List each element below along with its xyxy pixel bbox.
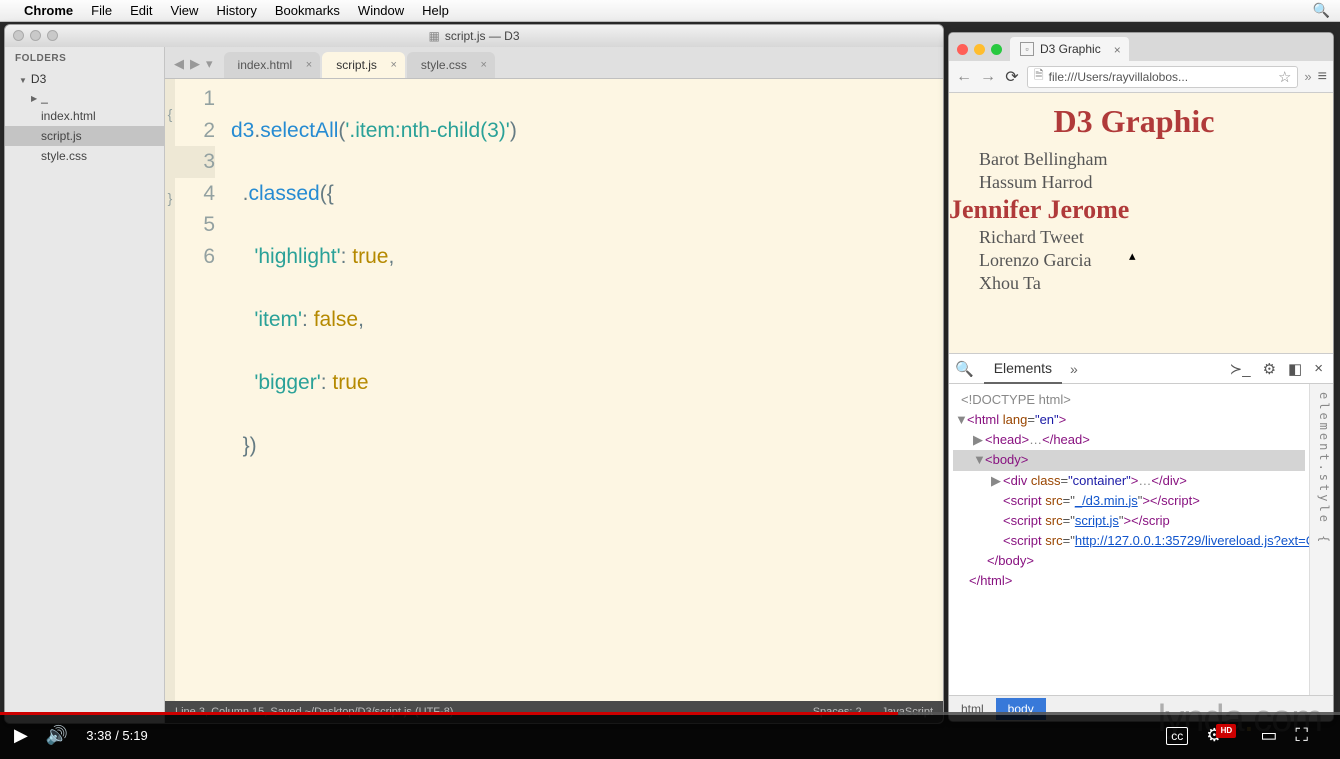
devtools-dom-tree[interactable]: <!DOCTYPE html> ▼<html lang="en"> ▶<head… xyxy=(949,384,1309,695)
cc-icon[interactable]: cc xyxy=(1166,727,1188,745)
editor-sidebar: FOLDERS D3 _ index.html script.js style.… xyxy=(5,47,165,723)
fullscreen-icon[interactable]: ⛶ xyxy=(1295,725,1308,746)
extensions-chevron-icon[interactable]: » xyxy=(1304,69,1311,84)
menu-bookmarks[interactable]: Bookmarks xyxy=(275,3,340,18)
editor-main: ◀▶▾ index.html× script.js× style.css× {}… xyxy=(165,47,943,723)
video-controls: ▶ 🔊 3:38 / 5:19 cc ⚙HD ▭ ⛶ xyxy=(0,712,1340,759)
settings-icon[interactable]: ⚙HD xyxy=(1206,725,1242,746)
menu-icon[interactable]: ≡ xyxy=(1318,68,1327,86)
dock-icon[interactable]: ◧ xyxy=(1288,360,1302,378)
browser-tabstrip: ▫ D3 Graphic × xyxy=(949,33,1333,61)
video-time: 3:38 / 5:19 xyxy=(86,728,147,743)
page-heading: D3 Graphic xyxy=(949,103,1319,140)
list-item: Richard Tweet xyxy=(949,226,1319,249)
volume-icon[interactable]: 🔊 xyxy=(46,725,68,746)
editor-window: ▦ script.js — D3 FOLDERS D3 _ index.html… xyxy=(4,24,944,724)
forward-icon[interactable]: → xyxy=(979,68,997,86)
workspace: ▦ script.js — D3 FOLDERS D3 _ index.html… xyxy=(0,22,1340,759)
close-icon[interactable]: × xyxy=(1114,43,1121,57)
play-icon[interactable]: ▶ xyxy=(14,725,28,746)
browser-tab-title: D3 Graphic xyxy=(1040,42,1101,56)
editor-titlebar: ▦ script.js — D3 xyxy=(5,25,943,47)
sidebar-file-style[interactable]: style.css xyxy=(5,146,164,166)
menu-edit[interactable]: Edit xyxy=(130,3,152,18)
sidebar-file-index[interactable]: index.html xyxy=(5,106,164,126)
editor-tabs: ◀▶▾ index.html× script.js× style.css× xyxy=(165,47,943,79)
url-bar[interactable]: 🗎 file:///Users/rayvillalobos... ☆ xyxy=(1027,66,1298,88)
sidebar-folder-sub[interactable]: _ xyxy=(5,88,164,106)
bookmark-icon[interactable]: ☆ xyxy=(1278,68,1291,86)
spotlight-icon[interactable]: 🔍 xyxy=(1313,2,1330,19)
back-icon[interactable]: ← xyxy=(955,68,973,86)
console-toggle-icon[interactable]: ≻_ xyxy=(1230,360,1251,378)
macos-menubar: Chrome File Edit View History Bookmarks … xyxy=(0,0,1340,22)
editor-title: script.js — D3 xyxy=(445,29,520,43)
browser-window-controls[interactable] xyxy=(957,44,1002,55)
list-item: Xhou Ta xyxy=(949,272,1319,295)
close-icon[interactable]: × xyxy=(480,59,486,71)
devtools-tab-elements[interactable]: Elements xyxy=(984,354,1062,384)
menu-file[interactable]: File xyxy=(91,3,112,18)
close-icon[interactable]: × xyxy=(306,59,312,71)
reload-icon[interactable]: ⟳ xyxy=(1003,67,1021,87)
sidebar-header: FOLDERS xyxy=(5,47,164,70)
window-controls[interactable] xyxy=(13,30,58,41)
chevron-right-icon[interactable]: » xyxy=(1070,361,1078,377)
menu-view[interactable]: View xyxy=(170,3,198,18)
browser-window: ▫ D3 Graphic × ← → ⟳ 🗎 file:///Users/ray… xyxy=(948,32,1334,722)
menu-history[interactable]: History xyxy=(216,3,256,18)
menu-window[interactable]: Window xyxy=(358,3,404,18)
file-icon: 🗎 xyxy=(1034,66,1044,87)
tab-index[interactable]: index.html× xyxy=(224,52,321,78)
menu-app[interactable]: Chrome xyxy=(24,3,73,18)
search-icon[interactable]: 🔍 xyxy=(955,360,974,378)
list-item-highlighted: Jennifer Jerome xyxy=(949,194,1319,226)
url-text: file:///Users/rayvillalobos... xyxy=(1049,70,1188,84)
tab-script[interactable]: script.js× xyxy=(322,52,405,78)
video-progress-bar[interactable] xyxy=(0,712,1340,715)
mouse-cursor-icon: ▴ xyxy=(1129,248,1136,264)
line-gutter: 1 2 3 4 5 6 xyxy=(175,79,225,701)
menu-help[interactable]: Help xyxy=(422,3,449,18)
close-icon[interactable]: × xyxy=(390,59,396,71)
sidebar-file-script[interactable]: script.js xyxy=(5,126,164,146)
browser-viewport: D3 Graphic Barot Bellingham Hassum Harro… xyxy=(949,93,1333,353)
list-item: Hassum Harrod xyxy=(949,171,1319,194)
devtools-tabs: 🔍 Elements » ≻_ ⚙ ◧ × xyxy=(949,354,1333,384)
list-item: Barot Bellingham xyxy=(949,148,1319,171)
tab-nav-arrows[interactable]: ◀▶▾ xyxy=(171,56,216,78)
gear-icon[interactable]: ⚙ xyxy=(1263,360,1276,378)
editor-title-doc-icon: ▦ xyxy=(428,29,439,43)
code-text[interactable]: d3.selectAll('.item:nth-child(3)') .clas… xyxy=(225,79,943,701)
fold-gutter: {} xyxy=(165,79,175,701)
sidebar-folder-root[interactable]: D3 xyxy=(5,70,164,88)
tab-style[interactable]: style.css× xyxy=(407,52,495,78)
devtools-panel: 🔍 Elements » ≻_ ⚙ ◧ × <!DOCTYPE html> ▼<… xyxy=(949,353,1333,721)
close-icon[interactable]: × xyxy=(1314,360,1323,377)
favicon-icon: ▫ xyxy=(1020,42,1034,56)
browser-toolbar: ← → ⟳ 🗎 file:///Users/rayvillalobos... ☆… xyxy=(949,61,1333,93)
theater-icon[interactable]: ▭ xyxy=(1260,725,1277,746)
code-area[interactable]: {} 1 2 3 4 5 6 d3.selectAll('.item:nth-c… xyxy=(165,79,943,701)
devtools-styles-collapsed[interactable]: element.style { xyxy=(1309,384,1333,695)
browser-tab[interactable]: ▫ D3 Graphic × xyxy=(1010,37,1129,61)
